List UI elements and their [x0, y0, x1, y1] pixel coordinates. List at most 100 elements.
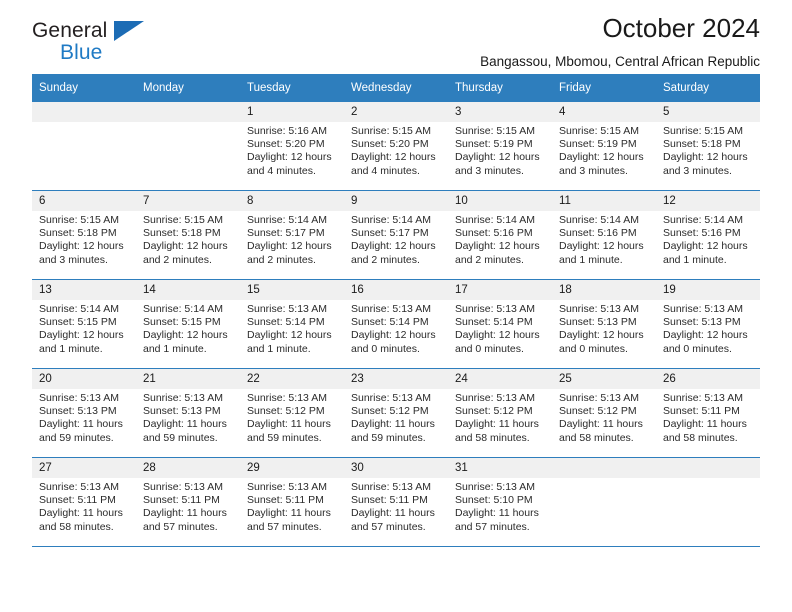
daylight-text: Daylight: 12 hours and 1 minute. — [663, 240, 748, 266]
triangle-icon — [114, 21, 144, 41]
calendar-day-cell[interactable]: 4 Sunrise: 5:15 AM Sunset: 5:19 PM Daylight… — [552, 102, 656, 191]
daylight-text: Daylight: 11 hours and 58 minutes. — [663, 418, 747, 444]
day-number: 17 — [448, 280, 552, 300]
day-sun-info: Sunrise: 5:14 AM Sunset: 5:15 PM Daylight:… — [32, 300, 136, 356]
calendar-day-cell[interactable]: 29 Sunrise: 5:13 AM Sunset: 5:11 PM Dayligh… — [240, 457, 344, 547]
calendar-day-cell[interactable]: 25 Sunrise: 5:13 AM Sunset: 5:12 PM Dayligh… — [552, 368, 656, 458]
daylight-text: Daylight: 12 hours and 1 minute. — [247, 329, 332, 355]
calendar-day-cell[interactable]: 7 Sunrise: 5:15 AM Sunset: 5:18 PM Daylight… — [136, 190, 240, 280]
day-number — [136, 102, 240, 122]
page-title: October 2024 — [602, 13, 760, 43]
daylight-text: Daylight: 11 hours and 57 minutes. — [143, 507, 227, 533]
calendar-day-cell[interactable]: 14 Sunrise: 5:14 AM Sunset: 5:15 PM Dayligh… — [136, 279, 240, 369]
sunset-text: Sunset: 5:13 PM — [559, 316, 637, 329]
sunset-text: Sunset: 5:13 PM — [39, 405, 117, 418]
calendar-day-cell[interactable]: 22 Sunrise: 5:13 AM Sunset: 5:12 PM Dayligh… — [240, 368, 344, 458]
daylight-text: Daylight: 11 hours and 58 minutes. — [559, 418, 643, 444]
day-number: 4 — [552, 102, 656, 122]
day-sun-info: Sunrise: 5:13 AM Sunset: 5:11 PM Daylight:… — [656, 389, 760, 445]
sunset-text: Sunset: 5:13 PM — [143, 405, 221, 418]
general-blue-logo[interactable]: General Blue — [32, 20, 162, 74]
calendar-day-cell[interactable]: 30 Sunrise: 5:13 AM Sunset: 5:11 PM Dayligh… — [344, 457, 448, 547]
calendar-day-cell[interactable]: 6 Sunrise: 5:15 AM Sunset: 5:18 PM Daylight… — [32, 190, 136, 280]
sunrise-text: Sunrise: 5:14 AM — [663, 214, 743, 226]
day-number: 23 — [344, 369, 448, 389]
calendar-day-cell[interactable]: 8 Sunrise: 5:14 AM Sunset: 5:17 PM Daylight… — [240, 190, 344, 280]
day-sun-info: Sunrise: 5:13 AM Sunset: 5:12 PM Daylight:… — [552, 389, 656, 445]
calendar-day-cell[interactable]: 15 Sunrise: 5:13 AM Sunset: 5:14 PM Dayligh… — [240, 279, 344, 369]
calendar-day-cell[interactable]: 17 Sunrise: 5:13 AM Sunset: 5:14 PM Dayligh… — [448, 279, 552, 369]
day-number: 7 — [136, 191, 240, 211]
daylight-text: Daylight: 12 hours and 0 minutes. — [351, 329, 436, 355]
page-header: General Blue October 2024 Bangassou, Mbo… — [32, 0, 760, 74]
calendar-day-cell[interactable]: 26 Sunrise: 5:13 AM Sunset: 5:11 PM Dayligh… — [656, 368, 760, 458]
daylight-text: Daylight: 11 hours and 57 minutes. — [247, 507, 331, 533]
day-number: 18 — [552, 280, 656, 300]
daylight-text: Daylight: 11 hours and 59 minutes. — [39, 418, 123, 444]
calendar-day-cell-empty — [656, 457, 760, 547]
sunset-text: Sunset: 5:11 PM — [247, 494, 324, 507]
day-number: 9 — [344, 191, 448, 211]
calendar-day-cell[interactable]: 11 Sunrise: 5:14 AM Sunset: 5:16 PM Dayligh… — [552, 190, 656, 280]
calendar-day-cell[interactable]: 2 Sunrise: 5:15 AM Sunset: 5:20 PM Daylight… — [344, 102, 448, 191]
daylight-text: Daylight: 12 hours and 4 minutes. — [351, 151, 436, 177]
sunset-text: Sunset: 5:20 PM — [351, 138, 429, 151]
calendar-day-cell[interactable]: 21 Sunrise: 5:13 AM Sunset: 5:13 PM Dayligh… — [136, 368, 240, 458]
calendar-day-cell[interactable]: 20 Sunrise: 5:13 AM Sunset: 5:13 PM Dayligh… — [32, 368, 136, 458]
day-sun-info: Sunrise: 5:13 AM Sunset: 5:13 PM Daylight:… — [32, 389, 136, 445]
daylight-text: Daylight: 12 hours and 1 minute. — [143, 329, 228, 355]
daylight-text: Daylight: 12 hours and 1 minute. — [559, 240, 644, 266]
calendar-day-cell[interactable]: 28 Sunrise: 5:13 AM Sunset: 5:11 PM Dayligh… — [136, 457, 240, 547]
sunrise-text: Sunrise: 5:15 AM — [143, 214, 223, 226]
day-number: 3 — [448, 102, 552, 122]
calendar-day-cell[interactable]: 3 Sunrise: 5:15 AM Sunset: 5:19 PM Daylight… — [448, 102, 552, 191]
sunset-text: Sunset: 5:12 PM — [247, 405, 325, 418]
sunrise-text: Sunrise: 5:14 AM — [39, 303, 119, 315]
calendar-day-cell[interactable]: 12 Sunrise: 5:14 AM Sunset: 5:16 PM Dayligh… — [656, 190, 760, 280]
daylight-text: Daylight: 12 hours and 2 minutes. — [247, 240, 332, 266]
day-number: 31 — [448, 458, 552, 478]
sunset-text: Sunset: 5:16 PM — [455, 227, 533, 240]
calendar-day-cell[interactable]: 9 Sunrise: 5:14 AM Sunset: 5:17 PM Daylight… — [344, 190, 448, 280]
day-number: 12 — [656, 191, 760, 211]
calendar-day-cell[interactable]: 19 Sunrise: 5:13 AM Sunset: 5:13 PM Dayligh… — [656, 279, 760, 369]
calendar-day-cell[interactable]: 31 Sunrise: 5:13 AM Sunset: 5:10 PM Dayligh… — [448, 457, 552, 547]
day-sun-info: Sunrise: 5:15 AM Sunset: 5:18 PM Daylight:… — [32, 211, 136, 267]
calendar-week-row: 13 Sunrise: 5:14 AM Sunset: 5:15 PM Dayligh… — [32, 279, 760, 369]
sunset-text: Sunset: 5:17 PM — [247, 227, 325, 240]
day-sun-info: Sunrise: 5:15 AM Sunset: 5:18 PM Daylight:… — [656, 122, 760, 178]
day-sun-info: Sunrise: 5:14 AM Sunset: 5:15 PM Daylight:… — [136, 300, 240, 356]
day-sun-info: Sunrise: 5:14 AM Sunset: 5:16 PM Daylight:… — [552, 211, 656, 267]
calendar-day-cell[interactable]: 18 Sunrise: 5:13 AM Sunset: 5:13 PM Dayligh… — [552, 279, 656, 369]
calendar-day-cell[interactable]: 27 Sunrise: 5:13 AM Sunset: 5:11 PM Dayligh… — [32, 457, 136, 547]
day-sun-info: Sunrise: 5:13 AM Sunset: 5:13 PM Daylight:… — [136, 389, 240, 445]
weekday-header-thursday: Thursday — [448, 74, 552, 102]
sunset-text: Sunset: 5:18 PM — [39, 227, 117, 240]
calendar-day-cell[interactable]: 10 Sunrise: 5:14 AM Sunset: 5:16 PM Dayligh… — [448, 190, 552, 280]
sunset-text: Sunset: 5:11 PM — [663, 405, 740, 418]
sunrise-text: Sunrise: 5:13 AM — [559, 392, 639, 404]
day-sun-info: Sunrise: 5:15 AM Sunset: 5:18 PM Daylight:… — [136, 211, 240, 267]
sunset-text: Sunset: 5:19 PM — [559, 138, 637, 151]
daylight-text: Daylight: 12 hours and 3 minutes. — [39, 240, 124, 266]
sunrise-text: Sunrise: 5:14 AM — [559, 214, 639, 226]
sunrise-text: Sunrise: 5:13 AM — [455, 303, 535, 315]
day-sun-info: Sunrise: 5:13 AM Sunset: 5:12 PM Daylight:… — [240, 389, 344, 445]
sunrise-text: Sunrise: 5:14 AM — [351, 214, 431, 226]
sunset-text: Sunset: 5:13 PM — [663, 316, 741, 329]
calendar-day-cell[interactable]: 1 Sunrise: 5:16 AM Sunset: 5:20 PM Daylight… — [240, 102, 344, 191]
daylight-text: Daylight: 12 hours and 1 minute. — [39, 329, 124, 355]
calendar-day-cell[interactable]: 24 Sunrise: 5:13 AM Sunset: 5:12 PM Dayligh… — [448, 368, 552, 458]
calendar-day-cell[interactable]: 23 Sunrise: 5:13 AM Sunset: 5:12 PM Dayligh… — [344, 368, 448, 458]
day-number: 15 — [240, 280, 344, 300]
daylight-text: Daylight: 12 hours and 3 minutes. — [559, 151, 644, 177]
calendar-day-cell[interactable]: 13 Sunrise: 5:14 AM Sunset: 5:15 PM Dayligh… — [32, 279, 136, 369]
calendar-day-cell[interactable]: 16 Sunrise: 5:13 AM Sunset: 5:14 PM Dayligh… — [344, 279, 448, 369]
calendar-day-cell[interactable]: 5 Sunrise: 5:15 AM Sunset: 5:18 PM Daylight… — [656, 102, 760, 191]
sunset-text: Sunset: 5:12 PM — [559, 405, 637, 418]
sunrise-text: Sunrise: 5:13 AM — [351, 481, 431, 493]
day-number: 22 — [240, 369, 344, 389]
sunset-text: Sunset: 5:16 PM — [559, 227, 637, 240]
weekday-header-saturday: Saturday — [656, 74, 760, 102]
daylight-text: Daylight: 12 hours and 2 minutes. — [143, 240, 228, 266]
